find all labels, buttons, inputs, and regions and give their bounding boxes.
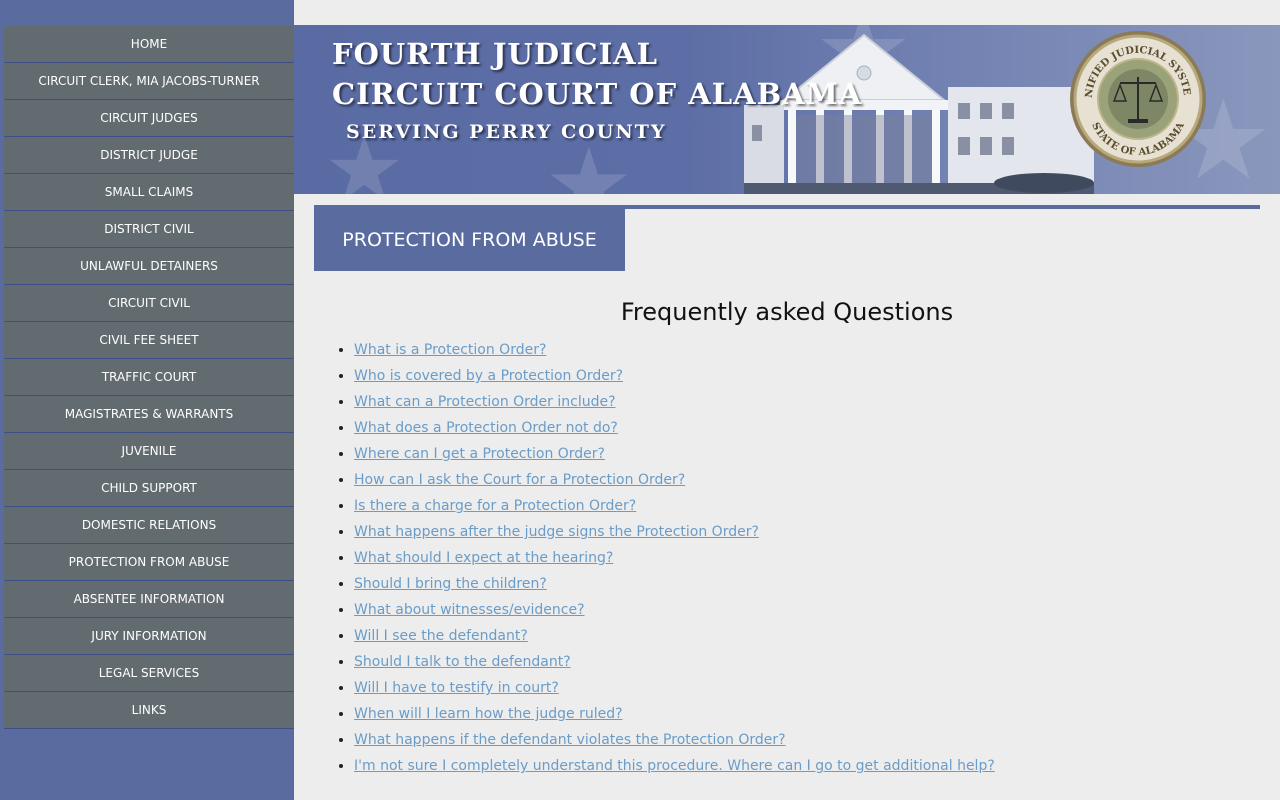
faq-link[interactable]: I'm not sure I completely understand thi… — [354, 758, 995, 774]
faq-link[interactable]: What happens if the defendant violates t… — [354, 732, 786, 748]
sidebar-item-civil-fee-sheet[interactable]: CIVIL FEE SHEET — [4, 322, 294, 359]
list-item: Who is covered by a Protection Order? — [354, 364, 1254, 390]
sidebar-item-links[interactable]: LINKS — [4, 692, 294, 729]
faq-heading: Frequently asked Questions — [620, 298, 954, 326]
sidebar-item-home[interactable]: HOME — [4, 26, 294, 63]
sidebar-item-magistrates-warrants[interactable]: MAGISTRATES & WARRANTS — [4, 396, 294, 433]
sidebar-item-domestic-relations[interactable]: DOMESTIC RELATIONS — [4, 507, 294, 544]
sidebar-item-district-judge[interactable]: DISTRICT JUDGE — [4, 137, 294, 174]
faq-link[interactable]: What happens after the judge signs the P… — [354, 524, 759, 540]
list-item: What happens after the judge signs the P… — [354, 520, 1254, 546]
list-item: What happens if the defendant violates t… — [354, 728, 1254, 754]
sidebar-item-child-support[interactable]: CHILD SUPPORT — [4, 470, 294, 507]
list-item: Is there a charge for a Protection Order… — [354, 494, 1254, 520]
faq-link[interactable]: What does a Protection Order not do? — [354, 420, 618, 436]
list-item: Where can I get a Protection Order? — [354, 442, 1254, 468]
list-item: What can a Protection Order include? — [354, 390, 1254, 416]
sidebar-item-circuit-civil[interactable]: CIRCUIT CIVIL — [4, 285, 294, 322]
sidebar-item-juvenile[interactable]: JUVENILE — [4, 433, 294, 470]
sidebar-item-jury-information[interactable]: JURY INFORMATION — [4, 618, 294, 655]
faq-link[interactable]: Is there a charge for a Protection Order… — [354, 498, 636, 514]
state-seal-icon: UNIFIED JUDICIAL SYSTEM STATE OF ALABAMA — [1068, 29, 1206, 167]
list-item: Should I bring the children? — [354, 572, 1254, 598]
list-item: Will I see the defendant? — [354, 624, 1254, 650]
sidebar-item-unlawful-detainers[interactable]: UNLAWFUL DETAINERS — [4, 248, 294, 285]
faq-link[interactable]: Will I have to testify in court? — [354, 680, 559, 696]
list-item: When will I learn how the judge ruled? — [354, 702, 1254, 728]
header-banner: ★ ★ ★ ★ FOURTH JUDICIAL CIRCUIT COURT OF… — [294, 25, 1280, 194]
faq-link[interactable]: Should I bring the children? — [354, 576, 547, 592]
page-title: PROTECTION FROM ABUSE — [314, 209, 625, 271]
sidebar-item-district-civil[interactable]: DISTRICT CIVIL — [4, 211, 294, 248]
faq-link[interactable]: What can a Protection Order include? — [354, 394, 616, 410]
list-item: Should I talk to the defendant? — [354, 650, 1254, 676]
sidebar-item-protection-from-abuse[interactable]: PROTECTION FROM ABUSE — [4, 544, 294, 581]
list-item: What is a Protection Order? — [354, 338, 1254, 364]
list-item: What about witnesses/evidence? — [354, 598, 1254, 624]
sidebar-item-traffic-court[interactable]: TRAFFIC COURT — [4, 359, 294, 396]
faq-link[interactable]: How can I ask the Court for a Protection… — [354, 472, 685, 488]
banner-title-line-1: FOURTH JUDICIAL — [332, 37, 659, 71]
faq-list: What is a Protection Order? Who is cover… — [334, 338, 1254, 780]
banner-subtitle: SERVING PERRY COUNTY — [346, 121, 667, 143]
star-decoration: ★ — [544, 126, 634, 195]
sidebar-item-absentee-information[interactable]: ABSENTEE INFORMATION — [4, 581, 294, 618]
sidebar: HOME CIRCUIT CLERK, MIA JACOBS-TURNER CI… — [0, 0, 294, 800]
sidebar-item-circuit-clerk[interactable]: CIRCUIT CLERK, MIA JACOBS-TURNER — [4, 63, 294, 100]
list-item: I'm not sure I completely understand thi… — [354, 754, 1254, 780]
sidebar-nav: HOME CIRCUIT CLERK, MIA JACOBS-TURNER CI… — [4, 26, 294, 729]
sidebar-item-legal-services[interactable]: LEGAL SERVICES — [4, 655, 294, 692]
list-item: How can I ask the Court for a Protection… — [354, 468, 1254, 494]
list-item: Will I have to testify in court? — [354, 676, 1254, 702]
faq-link[interactable]: When will I learn how the judge ruled? — [354, 706, 623, 722]
list-item: What does a Protection Order not do? — [354, 416, 1254, 442]
sidebar-item-small-claims[interactable]: SMALL CLAIMS — [4, 174, 294, 211]
faq-link[interactable]: What is a Protection Order? — [354, 342, 546, 358]
sidebar-item-circuit-judges[interactable]: CIRCUIT JUDGES — [4, 100, 294, 137]
faq-link[interactable]: What about witnesses/evidence? — [354, 602, 585, 618]
faq-link[interactable]: Will I see the defendant? — [354, 628, 528, 644]
list-item: What should I expect at the hearing? — [354, 546, 1254, 572]
faq-link[interactable]: What should I expect at the hearing? — [354, 550, 613, 566]
faq-link[interactable]: Where can I get a Protection Order? — [354, 446, 605, 462]
banner-title-line-2: CIRCUIT COURT OF ALABAMA — [332, 77, 863, 111]
faq-link[interactable]: Who is covered by a Protection Order? — [354, 368, 623, 384]
faq-link[interactable]: Should I talk to the defendant? — [354, 654, 571, 670]
